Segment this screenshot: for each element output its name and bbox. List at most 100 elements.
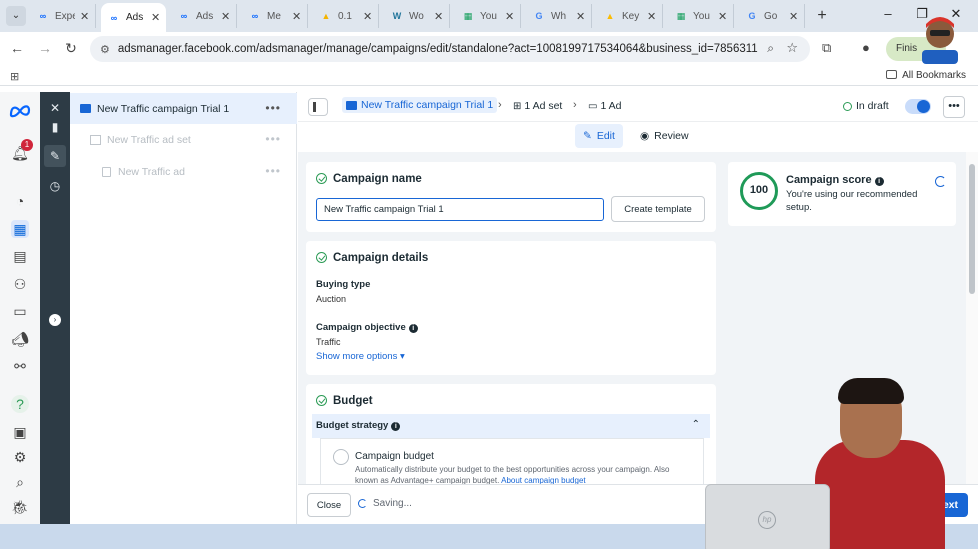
breadcrumb-campaign[interactable]: New Traffic campaign Trial 1 bbox=[342, 97, 498, 113]
bookmarks-bar: ⊞ All Bookmarks bbox=[0, 66, 978, 86]
saving-status: Saving... bbox=[358, 498, 412, 509]
site-settings-icon[interactable]: ⚙ bbox=[100, 43, 110, 56]
campaign-budget-option[interactable]: Campaign budget Automatically distribute… bbox=[320, 438, 704, 484]
help-icon[interactable]: ? bbox=[11, 395, 29, 413]
edit-review-switcher: ✎ Edit ◉ Review bbox=[298, 122, 978, 152]
budget-strategy-header[interactable]: Budget strategy i ⌃ bbox=[312, 414, 710, 438]
tab-close-icon[interactable]: ✕ bbox=[789, 10, 798, 23]
breadcrumb-ad[interactable]: ▭ 1 Ad bbox=[588, 100, 621, 112]
breadcrumb-ad-set[interactable]: ⊞ 1 Ad set bbox=[513, 100, 562, 112]
forward-arrow-icon[interactable]: → bbox=[36, 40, 54, 56]
browser-tab[interactable]: ∞ Ads ✕ bbox=[101, 3, 167, 32]
new-tab-plus-icon[interactable]: + bbox=[812, 6, 832, 26]
business-network-icon[interactable]: ⚯ bbox=[11, 357, 29, 375]
review-mode-button[interactable]: ◉ Review bbox=[632, 124, 697, 148]
campaign-budget-radio[interactable] bbox=[333, 449, 349, 465]
tab-close-icon[interactable]: ✕ bbox=[80, 10, 89, 23]
chart-icon[interactable]: ▮ bbox=[47, 119, 63, 135]
extensions-puzzle-icon[interactable]: ⧉ bbox=[822, 40, 831, 56]
saving-label: Saving... bbox=[373, 498, 412, 509]
tab-close-icon[interactable]: ✕ bbox=[292, 10, 301, 23]
history-clock-icon[interactable]: ◷ bbox=[47, 178, 63, 194]
about-campaign-budget-link[interactable]: About campaign budget bbox=[501, 476, 586, 484]
breadcrumb-folder-icon bbox=[346, 100, 357, 110]
tab-close-icon[interactable]: ✕ bbox=[576, 10, 585, 23]
tab-close-icon[interactable]: ✕ bbox=[505, 10, 514, 23]
chevron-up-icon[interactable]: ⌃ bbox=[692, 419, 700, 430]
zoom-icon[interactable]: ⌕ bbox=[767, 41, 774, 56]
url-text[interactable]: adsmanager.facebook.com/adsmanager/manag… bbox=[118, 43, 758, 55]
browser-tab[interactable]: ▦ You ✕ bbox=[455, 4, 522, 28]
campaigns-table-icon[interactable]: ▦ bbox=[11, 220, 29, 238]
close-button[interactable]: Close bbox=[307, 493, 351, 517]
browser-tab[interactable]: W Wo ✕ bbox=[384, 4, 451, 28]
ad-more-icon[interactable]: ••• bbox=[265, 164, 281, 178]
info-icon[interactable]: i bbox=[391, 422, 401, 431]
info-icon[interactable]: i bbox=[408, 324, 418, 333]
browser-tab[interactable]: ▲ Key ✕ bbox=[597, 4, 664, 28]
search-icon[interactable]: ⌕ bbox=[11, 473, 29, 491]
address-bar[interactable]: ⚙ adsmanager.facebook.com/adsmanager/man… bbox=[90, 36, 810, 62]
show-more-options-link[interactable]: Show more options ▾ bbox=[316, 351, 405, 362]
browser-tab[interactable]: ∞ Me ✕ bbox=[242, 4, 309, 28]
megaphone-icon[interactable]: 📣︎ bbox=[11, 330, 29, 348]
dashboard-gauge-icon[interactable]: ◔ bbox=[11, 192, 29, 210]
bookmark-star-icon[interactable]: ☆ bbox=[786, 40, 798, 56]
channel-avatar-icon bbox=[922, 17, 958, 64]
complete-check-icon bbox=[316, 173, 327, 184]
tree-item-ad[interactable]: New Traffic ad ••• bbox=[70, 156, 297, 187]
audiences-icon[interactable]: ⚇ bbox=[11, 275, 29, 293]
browser-tab-title: Ads bbox=[196, 10, 214, 22]
campaign-name-input[interactable] bbox=[316, 198, 604, 221]
saving-spinner-icon bbox=[358, 499, 367, 508]
browser-tab[interactable]: G Go ✕ bbox=[739, 4, 806, 28]
meta-logo-icon[interactable] bbox=[9, 102, 31, 120]
bug-report-icon[interactable]: 🐞︎ bbox=[11, 498, 29, 516]
campaign-budget-label: Campaign budget bbox=[355, 451, 434, 462]
header-more-button[interactable]: ••• bbox=[943, 96, 965, 118]
scrollbar-thumb[interactable] bbox=[969, 164, 975, 294]
news-icon[interactable]: ▣ bbox=[11, 423, 29, 441]
expand-arrow-icon[interactable]: › bbox=[49, 314, 61, 326]
content-scrollbar[interactable] bbox=[966, 152, 978, 484]
tab-list-chevron-icon[interactable]: ⌄ bbox=[6, 6, 26, 26]
tab-close-icon[interactable]: ✕ bbox=[221, 10, 230, 23]
browser-tab-title: Go bbox=[764, 10, 778, 22]
toggle-panel-icon[interactable] bbox=[308, 98, 328, 116]
campaign-score-desc-2: setup. bbox=[786, 202, 812, 213]
billing-card-icon[interactable]: ▭ bbox=[11, 302, 29, 320]
minimize-icon[interactable]: – bbox=[878, 6, 898, 21]
chevron-right-icon: › bbox=[498, 99, 502, 111]
apps-grid-icon[interactable]: ⊞ bbox=[10, 70, 19, 83]
browser-tab[interactable]: ∞ Expe ✕ bbox=[30, 4, 97, 28]
next-button[interactable]: Next bbox=[898, 493, 968, 517]
all-bookmarks-link[interactable]: All Bookmarks bbox=[886, 70, 966, 81]
close-editor-icon[interactable]: ✕ bbox=[47, 100, 63, 116]
reload-icon[interactable]: ↻ bbox=[62, 40, 80, 57]
tab-close-icon[interactable]: ✕ bbox=[718, 10, 727, 23]
edit-mode-button[interactable]: ✎ Edit bbox=[575, 124, 623, 148]
campaign-more-icon[interactable]: ••• bbox=[265, 101, 281, 115]
extension-avatar-icon[interactable]: ● bbox=[862, 40, 870, 55]
info-icon[interactable]: i bbox=[874, 177, 884, 186]
browser-tab[interactable]: G Wh ✕ bbox=[526, 4, 593, 28]
tab-close-icon[interactable]: ✕ bbox=[363, 10, 372, 23]
tree-ad-label: New Traffic ad bbox=[118, 165, 185, 178]
browser-tab[interactable]: ▲ 0.1 ✕ bbox=[313, 4, 380, 28]
browser-tab[interactable]: ∞ Ads ✕ bbox=[171, 4, 238, 28]
campaign-details-card: Campaign details Buying type Auction Cam… bbox=[306, 241, 716, 375]
tab-close-icon[interactable]: ✕ bbox=[151, 11, 160, 24]
tree-item-ad-set[interactable]: New Traffic ad set ••• bbox=[70, 124, 297, 155]
complete-check-icon bbox=[316, 395, 327, 406]
edit-pencil-icon[interactable]: ✎ bbox=[44, 145, 66, 167]
tab-close-icon[interactable]: ✕ bbox=[434, 10, 443, 23]
settings-gear-icon[interactable]: ⚙ bbox=[11, 448, 29, 466]
ad-set-more-icon[interactable]: ••• bbox=[265, 132, 281, 146]
browser-tab[interactable]: ▦ You ✕ bbox=[668, 4, 735, 28]
campaign-on-off-toggle[interactable] bbox=[905, 99, 931, 114]
pages-icon[interactable]: ▤ bbox=[11, 247, 29, 265]
back-arrow-icon[interactable]: ← bbox=[8, 40, 26, 56]
create-template-button[interactable]: Create template bbox=[611, 196, 705, 222]
tab-close-icon[interactable]: ✕ bbox=[647, 10, 656, 23]
tree-item-campaign[interactable]: New Traffic campaign Trial 1 ••• bbox=[70, 93, 297, 124]
